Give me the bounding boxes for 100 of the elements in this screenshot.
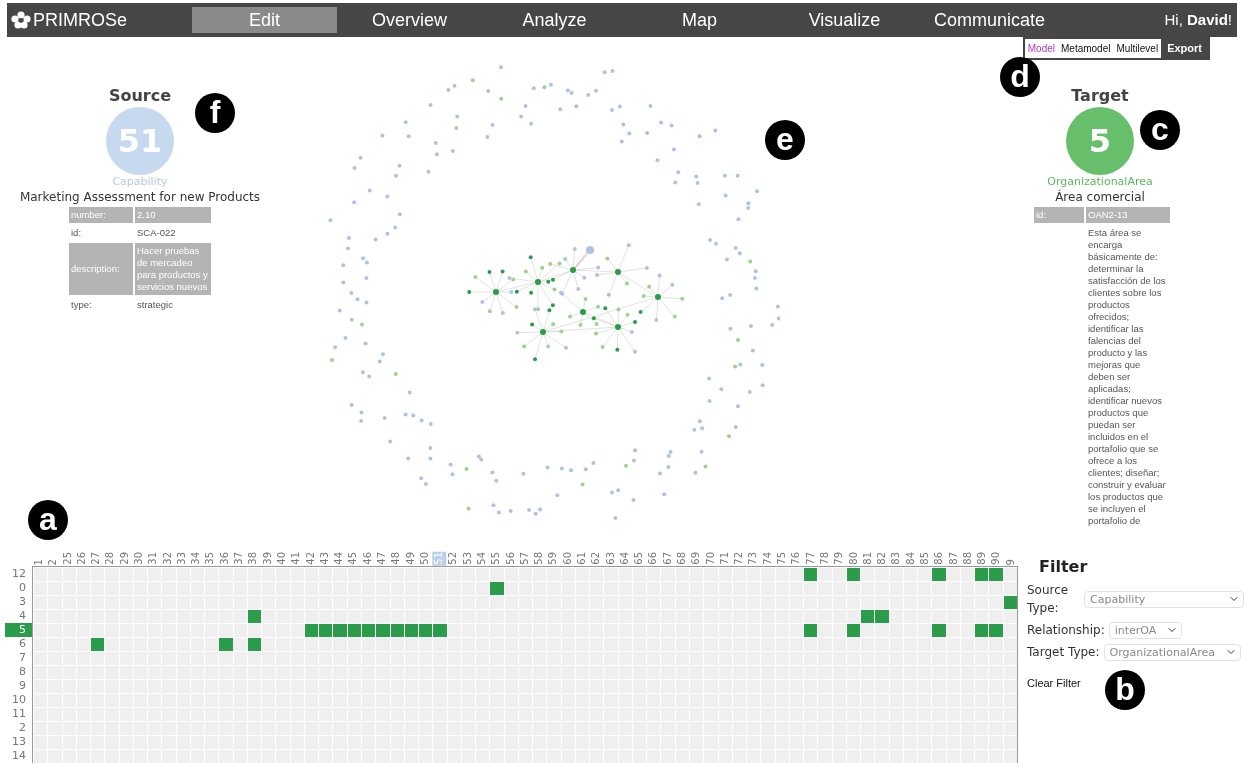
row-label[interactable]: 2 bbox=[0, 721, 32, 735]
column-label[interactable]: 67 bbox=[660, 552, 676, 566]
column-label[interactable]: 76 bbox=[789, 552, 804, 566]
column-label[interactable]: 48 bbox=[389, 552, 404, 566]
column-label[interactable]: 33 bbox=[174, 552, 190, 566]
column-label[interactable]: 87 bbox=[946, 552, 961, 566]
filled-cell[interactable] bbox=[932, 568, 946, 581]
column-label[interactable]: 78 bbox=[817, 552, 833, 566]
nav-tab[interactable]: Overview bbox=[337, 7, 482, 33]
column-label[interactable]: 75 bbox=[775, 552, 790, 566]
column-label[interactable]: 59 bbox=[546, 552, 561, 566]
column-label[interactable]: 49 bbox=[403, 552, 418, 566]
row-label[interactable]: 6 bbox=[0, 637, 32, 651]
column-label[interactable]: 84 bbox=[903, 552, 918, 566]
filled-cell[interactable] bbox=[846, 568, 861, 581]
filled-cell[interactable] bbox=[804, 568, 818, 581]
column-label[interactable]: 45 bbox=[346, 552, 361, 566]
column-label[interactable]: 55 bbox=[489, 552, 504, 566]
column-label[interactable]: 28 bbox=[103, 552, 118, 566]
filled-cell[interactable] bbox=[932, 624, 946, 637]
column-label[interactable]: 52 bbox=[446, 552, 461, 566]
column-label[interactable]: 73 bbox=[746, 552, 761, 566]
row-label[interactable]: 4 bbox=[0, 609, 32, 623]
filled-cell[interactable] bbox=[861, 610, 875, 623]
column-label[interactable]: 81 bbox=[860, 552, 876, 566]
column-label[interactable]: 60 bbox=[560, 552, 575, 566]
column-label[interactable]: 31 bbox=[146, 552, 161, 566]
column-label[interactable]: 58 bbox=[532, 552, 547, 566]
column-label[interactable]: 46 bbox=[360, 552, 375, 566]
filled-cell[interactable] bbox=[975, 624, 989, 637]
column-label[interactable]: 50 bbox=[417, 552, 433, 566]
column-label[interactable]: 36 bbox=[217, 552, 233, 566]
clear-filter-button[interactable]: Clear Filter bbox=[1027, 675, 1081, 692]
column-label[interactable]: 42 bbox=[303, 552, 318, 566]
column-label[interactable]: 77 bbox=[803, 552, 818, 566]
column-label[interactable]: 66 bbox=[646, 552, 661, 566]
filled-cell[interactable] bbox=[989, 624, 1003, 637]
row-label[interactable]: 8 bbox=[0, 665, 32, 679]
filled-cell[interactable] bbox=[362, 624, 376, 637]
column-label[interactable]: 64 bbox=[617, 552, 633, 566]
row-label[interactable]: 3 bbox=[0, 595, 32, 609]
dropdown[interactable]: OrganizationalArea bbox=[1103, 643, 1241, 661]
filled-cell[interactable] bbox=[419, 624, 433, 637]
filled-cell[interactable] bbox=[333, 624, 347, 637]
filled-cell[interactable] bbox=[989, 568, 1003, 581]
column-label[interactable]: 79 bbox=[832, 552, 847, 566]
column-label[interactable]: 47 bbox=[374, 552, 390, 566]
nav-tab[interactable]: Communicate bbox=[917, 7, 1062, 33]
column-label[interactable]: 32 bbox=[160, 552, 175, 566]
column-label[interactable]: 86 bbox=[932, 552, 947, 566]
filled-cell[interactable] bbox=[247, 638, 262, 651]
column-label[interactable]: 70 bbox=[703, 552, 718, 566]
column-label[interactable]: 62 bbox=[589, 552, 604, 566]
filled-cell[interactable] bbox=[804, 624, 818, 637]
column-label[interactable]: 72 bbox=[732, 552, 747, 566]
column-label[interactable]: 71 bbox=[717, 552, 733, 566]
column-label[interactable]: 39 bbox=[260, 552, 275, 566]
column-label[interactable]: 61 bbox=[575, 552, 590, 566]
column-label[interactable]: 38 bbox=[246, 552, 261, 566]
column-label[interactable]: 85 bbox=[917, 552, 933, 566]
column-label[interactable]: 89 bbox=[975, 552, 990, 566]
column-label[interactable]: 82 bbox=[875, 552, 890, 566]
filled-cell[interactable] bbox=[376, 624, 390, 637]
row-label[interactable]: 13 bbox=[0, 735, 32, 749]
nav-tab[interactable]: Map bbox=[627, 7, 772, 33]
column-label[interactable]: 83 bbox=[889, 552, 904, 566]
column-label[interactable]: 34 bbox=[189, 552, 204, 566]
column-label[interactable]: 30 bbox=[132, 552, 147, 566]
column-label[interactable]: 90 bbox=[989, 552, 1004, 566]
row-label[interactable]: 11 bbox=[0, 707, 32, 721]
column-label[interactable]: 69 bbox=[689, 552, 704, 566]
column-label[interactable]: 63 bbox=[603, 552, 618, 566]
column-label[interactable]: 27 bbox=[89, 552, 104, 566]
column-label[interactable]: 65 bbox=[632, 552, 647, 566]
filled-cell[interactable] bbox=[433, 624, 447, 637]
nav-tab[interactable]: Visualize bbox=[772, 7, 917, 33]
column-label[interactable]: 56 bbox=[503, 552, 518, 566]
filled-cell[interactable] bbox=[490, 582, 504, 595]
column-label[interactable]: 44 bbox=[332, 552, 347, 566]
column-label[interactable]: 57 bbox=[517, 552, 533, 566]
row-label[interactable]: 10 bbox=[0, 693, 32, 707]
row-label[interactable]: 5 bbox=[5, 623, 32, 637]
filled-cell[interactable] bbox=[247, 610, 262, 623]
row-label[interactable]: 9 bbox=[0, 679, 32, 693]
column-label[interactable]: 80 bbox=[846, 552, 861, 566]
column-label[interactable]: 29 bbox=[117, 552, 132, 566]
row-label[interactable]: 12 bbox=[0, 567, 32, 581]
column-label[interactable]: 68 bbox=[675, 552, 690, 566]
nav-tab[interactable]: Edit bbox=[192, 7, 337, 33]
column-label[interactable]: 88 bbox=[960, 552, 976, 566]
row-label[interactable]: 14 bbox=[0, 749, 32, 763]
filled-cell[interactable] bbox=[304, 624, 319, 637]
dropdown[interactable]: interOA bbox=[1108, 621, 1182, 639]
column-label[interactable]: 74 bbox=[760, 552, 776, 566]
filled-cell[interactable] bbox=[347, 624, 361, 637]
column-label[interactable]: 26 bbox=[74, 552, 90, 566]
column-label[interactable]: 1 bbox=[32, 558, 47, 566]
column-label[interactable]: 40 bbox=[274, 552, 290, 566]
column-label[interactable]: 53 bbox=[460, 552, 475, 566]
filled-cell[interactable] bbox=[390, 624, 404, 637]
